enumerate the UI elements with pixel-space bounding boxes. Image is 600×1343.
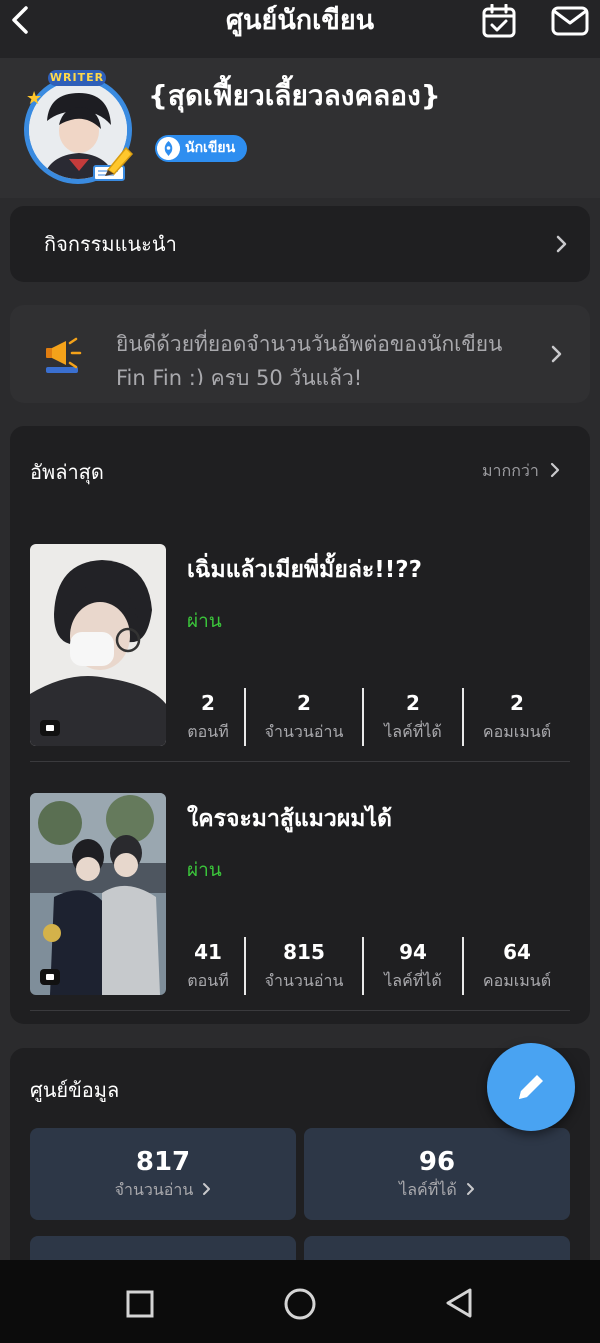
pencil-icon — [519, 1072, 546, 1099]
chevron-right-icon — [556, 235, 567, 253]
stat-value: 2 — [297, 691, 311, 715]
announcement-text: ยินดีด้วยที่ยอดจำนวนวันอัพต่อของนักเขียน… — [116, 332, 503, 385]
story-title: เฉิ่มแล้วเมียพี่มั้ยล่ะ!!?? — [187, 557, 422, 583]
summary-value: 817 — [135, 1147, 191, 1177]
story-stats: 41 ตอนที 815 จำนวนอ่าน 94 ไลค์ที่ได้ 64 … — [172, 937, 570, 995]
chat-icon — [40, 969, 60, 985]
stat-reads: 815 จำนวนอ่าน — [244, 937, 362, 995]
summary-link: ไลค์ที่ได้ — [304, 1178, 570, 1202]
recommended-activities-label: กิจกรรมแนะนำ — [44, 232, 177, 256]
system-nav-bar — [0, 1260, 600, 1343]
stat-value: 815 — [283, 940, 325, 964]
summary-label: จำนวนอ่าน — [114, 1180, 194, 1199]
summary-link: จำนวนอ่าน — [30, 1178, 296, 1202]
pen-icon — [93, 146, 134, 181]
more-link[interactable]: มากกว่า — [482, 459, 560, 484]
circle-icon[interactable] — [284, 1288, 316, 1320]
stat-episodes: 41 ตอนที — [172, 937, 244, 995]
stat-label: ตอนที — [187, 971, 229, 990]
stat-label: ตอนที — [187, 722, 229, 741]
section-title: ศูนย์ข้อมูล — [30, 1078, 120, 1102]
stat-value: 41 — [194, 940, 222, 964]
summary-label: ไลค์ที่ได้ — [399, 1180, 457, 1199]
avatar[interactable]: WRITER ★ — [14, 70, 134, 188]
stat-value: 2 — [201, 691, 215, 715]
stat-comments: 64 คอมเมนต์ — [462, 937, 570, 995]
story-status: ผ่าน — [187, 859, 222, 881]
role-label: นักเขียน — [185, 140, 236, 156]
stat-value: 2 — [406, 691, 420, 715]
stat-value: 64 — [503, 940, 531, 964]
stat-episodes: 2 ตอนที — [172, 688, 244, 746]
story-item[interactable]: เฉิ่มแล้วเมียพี่มั้ยล่ะ!!?? ผ่าน 2 ตอนที… — [30, 544, 570, 748]
stat-label: ไลค์ที่ได้ — [384, 722, 442, 741]
write-fab-button[interactable] — [487, 1043, 575, 1131]
username: {สุดเฟี้ยวเลี้ยวลงคลอง} — [148, 79, 441, 112]
story-status: ผ่าน — [187, 610, 222, 632]
story-title: ใครจะมาสู้แมวผมได้ — [187, 806, 392, 832]
chevron-right-icon — [550, 462, 560, 478]
profile-header: WRITER ★ {สุดเฟี้ยวเลี้ยวลงคลอง} นักเขีย… — [0, 58, 600, 198]
stat-value: 2 — [510, 691, 524, 715]
likes-summary-card[interactable]: 96 ไลค์ที่ได้ — [304, 1128, 570, 1220]
stat-label: คอมเมนต์ — [482, 722, 552, 741]
summary-value: 96 — [418, 1147, 456, 1177]
section-title: อัพล่าสุด — [30, 460, 104, 484]
stat-label: จำนวนอ่าน — [264, 722, 344, 741]
divider — [30, 1010, 570, 1011]
stat-reads: 2 จำนวนอ่าน — [244, 688, 362, 746]
story-stats: 2 ตอนที 2 จำนวนอ่าน 2 ไลค์ที่ได้ 2 คอมเม… — [172, 688, 570, 746]
stat-label: คอมเมนต์ — [482, 971, 552, 990]
stat-likes: 94 ไลค์ที่ได้ — [362, 937, 462, 995]
chevron-right-icon — [551, 345, 562, 363]
recommended-activities-row[interactable]: กิจกรรมแนะนำ — [10, 206, 590, 282]
top-bar: ศูนย์นักเขียน — [0, 0, 600, 58]
writer-badge: WRITER — [48, 70, 106, 86]
announcement-banner[interactable]: ยินดีด้วยที่ยอดจำนวนวันอัพต่อของนักเขียน… — [10, 305, 590, 403]
stat-comments: 2 คอมเมนต์ — [462, 688, 570, 746]
calendar-check-icon[interactable] — [481, 4, 517, 38]
mail-icon[interactable] — [551, 6, 589, 36]
chat-icon — [40, 720, 60, 736]
role-badge: นักเขียน — [155, 135, 247, 162]
stat-label: ไลค์ที่ได้ — [384, 971, 442, 990]
megaphone-icon — [46, 337, 82, 373]
more-label: มากกว่า — [482, 461, 539, 480]
chevron-right-icon — [466, 1183, 474, 1195]
story-cover — [30, 544, 166, 746]
chevron-right-icon — [203, 1183, 211, 1195]
quill-icon — [157, 137, 180, 160]
reads-summary-card[interactable]: 817 จำนวนอ่าน — [30, 1128, 296, 1220]
story-item[interactable]: ใครจะมาสู้แมวผมได้ ผ่าน 41 ตอนที 815 จำน… — [30, 793, 570, 997]
divider — [30, 761, 570, 762]
stat-value: 94 — [399, 940, 427, 964]
square-icon[interactable] — [126, 1290, 154, 1318]
story-cover — [30, 793, 166, 995]
triangle-back-icon[interactable] — [444, 1287, 474, 1319]
stat-label: จำนวนอ่าน — [264, 971, 344, 990]
stat-likes: 2 ไลค์ที่ได้ — [362, 688, 462, 746]
latest-updates-section: อัพล่าสุด มากกว่า เฉิ่มแล้วเมียพี่มั้ยล่… — [10, 426, 590, 1024]
star-icon: ★ — [26, 88, 43, 109]
